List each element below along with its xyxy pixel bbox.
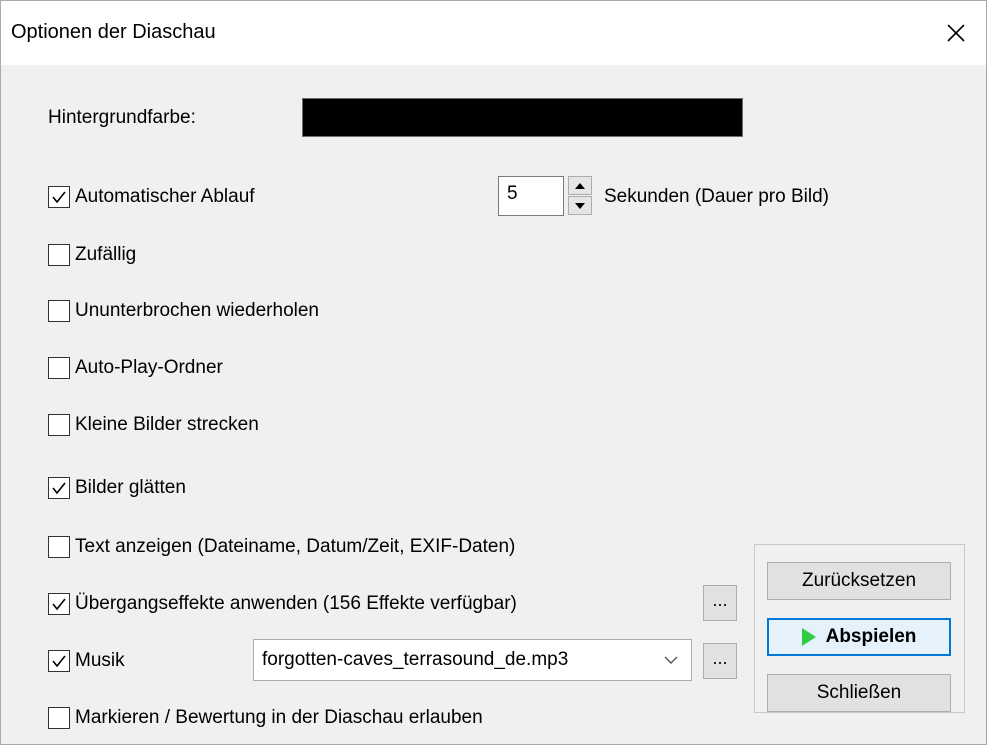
spin-down-button[interactable] — [568, 196, 592, 215]
music-file-value: forgotten-caves_terrasound_de.mp3 — [262, 649, 569, 670]
effects-settings-button[interactable]: ... — [703, 585, 737, 621]
play-label: Abspielen — [825, 626, 917, 647]
close-button[interactable]: Schließen — [767, 674, 951, 712]
repeat-checkbox[interactable] — [48, 300, 70, 322]
transitions-checkbox[interactable] — [48, 593, 70, 615]
option-label: Musik — [75, 650, 125, 671]
option-label: Kleine Bilder strecken — [75, 414, 259, 435]
option-label: Auto-Play-Ordner — [75, 357, 223, 378]
arrow-up-icon — [575, 182, 585, 189]
background-color-swatch[interactable] — [302, 98, 743, 137]
option-show-text[interactable]: Text anzeigen (Dateiname, Datum/Zeit, EX… — [48, 534, 515, 560]
option-label: Text anzeigen (Dateiname, Datum/Zeit, EX… — [75, 536, 516, 557]
random-checkbox[interactable] — [48, 244, 70, 266]
dialog-title: Optionen der Diaschau — [11, 21, 216, 43]
play-icon — [801, 628, 816, 646]
checkmark-icon — [52, 191, 66, 204]
chevron-down-icon — [664, 656, 678, 664]
option-label: Markieren / Bewertung in der Diaschau er… — [75, 707, 483, 728]
auto-advance-label: Automatischer Ablauf — [75, 186, 255, 207]
allow-rating-checkbox[interactable] — [48, 707, 70, 729]
stretch-small-checkbox[interactable] — [48, 414, 70, 436]
smooth-images-checkbox[interactable] — [48, 477, 70, 499]
close-window-button[interactable] — [926, 1, 986, 65]
slideshow-options-dialog: Optionen der Diaschau Hintergrundfarbe: … — [0, 0, 987, 745]
arrow-down-icon — [575, 202, 585, 209]
option-repeat[interactable]: Ununterbrochen wiederholen — [48, 298, 319, 324]
option-random[interactable]: Zufällig — [48, 242, 136, 268]
seconds-label: Sekunden (Dauer pro Bild) — [604, 186, 829, 207]
spin-up-button[interactable] — [568, 176, 592, 195]
option-allow-rating[interactable]: Markieren / Bewertung in der Diaschau er… — [48, 705, 483, 731]
option-smooth-images[interactable]: Bilder glätten — [48, 475, 186, 501]
autoplay-folder-checkbox[interactable] — [48, 357, 70, 379]
music-checkbox[interactable] — [48, 650, 70, 672]
option-label: Übergangseffekte anwenden (156 Effekte v… — [75, 593, 517, 614]
title-bar: Optionen der Diaschau — [1, 1, 986, 65]
reset-button[interactable]: Zurücksetzen — [767, 562, 951, 600]
option-label: Ununterbrochen wiederholen — [75, 300, 319, 321]
auto-advance-option[interactable]: Automatischer Ablauf — [48, 184, 255, 210]
show-text-checkbox[interactable] — [48, 536, 70, 558]
option-transitions[interactable]: Übergangseffekte anwenden (156 Effekte v… — [48, 591, 517, 617]
option-label: Bilder glätten — [75, 477, 186, 498]
seconds-input[interactable]: 5 — [498, 176, 564, 216]
close-icon — [947, 24, 965, 42]
option-autoplay-folder[interactable]: Auto-Play-Ordner — [48, 355, 223, 381]
option-music[interactable]: Musik — [48, 648, 125, 674]
checkmark-icon — [52, 482, 66, 495]
option-label: Zufällig — [75, 244, 137, 265]
music-browse-button[interactable]: ... — [703, 643, 737, 679]
background-color-label: Hintergrundfarbe: — [48, 107, 196, 128]
play-button[interactable]: Abspielen — [767, 618, 951, 656]
checkmark-icon — [52, 655, 66, 668]
music-file-dropdown[interactable]: forgotten-caves_terrasound_de.mp3 — [253, 639, 692, 681]
checkmark-icon — [52, 598, 66, 611]
option-stretch-small[interactable]: Kleine Bilder strecken — [48, 412, 259, 438]
auto-advance-checkbox[interactable] — [48, 186, 70, 208]
